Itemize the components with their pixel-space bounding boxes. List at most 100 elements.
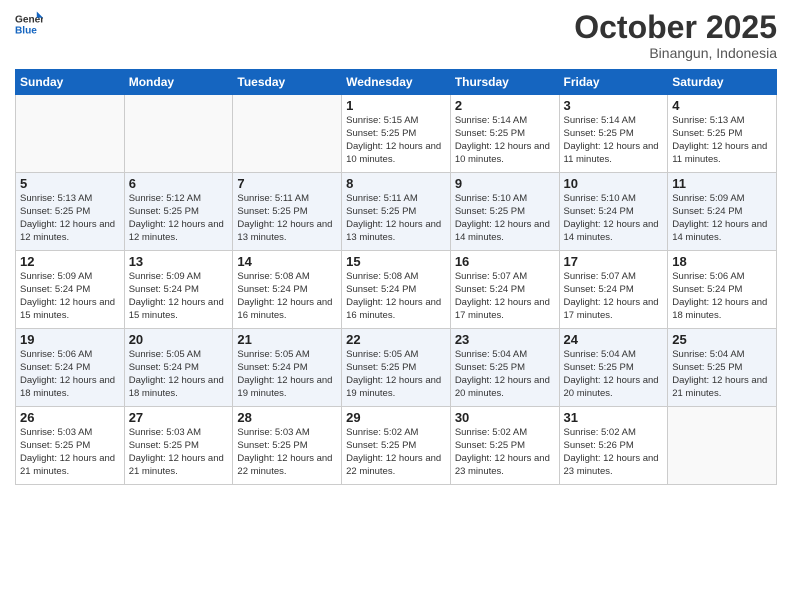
day-number: 18 (672, 254, 772, 269)
day-number: 4 (672, 98, 772, 113)
day-number: 22 (346, 332, 446, 347)
day-number: 29 (346, 410, 446, 425)
day-number: 8 (346, 176, 446, 191)
day-number: 11 (672, 176, 772, 191)
table-row: 12Sunrise: 5:09 AM Sunset: 5:24 PM Dayli… (16, 251, 125, 329)
table-row: 9 Sunrise: 5:10 AM Sunset: 5:25 PM Daylig… (450, 173, 559, 251)
table-row: 5Sunrise: 5:13 AM Sunset: 5:25 PM Daylig… (16, 173, 125, 251)
table-row: 8 Sunrise: 5:11 AM Sunset: 5:25 PM Daylig… (342, 173, 451, 251)
day-number: 16 (455, 254, 555, 269)
table-row: 22 Sunrise: 5:05 AM Sunset: 5:25 PM Dayli… (342, 329, 451, 407)
day-info: Sunrise: 5:10 AM Sunset: 5:24 PM Dayligh… (564, 193, 664, 244)
table-row: 24Sunrise: 5:04 AM Sunset: 5:25 PM Dayli… (559, 329, 668, 407)
logo: General Blue (15, 10, 43, 38)
table-row: 25 Sunrise: 5:04 AM Sunset: 5:25 PM Dayli… (668, 329, 777, 407)
day-number: 17 (564, 254, 664, 269)
day-info: Sunrise: 5:03 AM Sunset: 5:25 PM Dayligh… (129, 427, 229, 478)
day-info: Sunrise: 5:02 AM Sunset: 5:25 PM Dayligh… (346, 427, 446, 478)
table-row: 2 Sunrise: 5:14 AM Sunset: 5:25 PM Daylig… (450, 95, 559, 173)
day-number: 25 (672, 332, 772, 347)
day-info: Sunrise: 5:09 AM Sunset: 5:24 PM Dayligh… (129, 271, 229, 322)
table-row: 14 Sunrise: 5:08 AM Sunset: 5:24 PM Dayli… (233, 251, 342, 329)
table-row: 16 Sunrise: 5:07 AM Sunset: 5:24 PM Dayli… (450, 251, 559, 329)
table-row: 19 Sunrise: 5:06 AM Sunset: 5:24 PM Dayli… (16, 329, 125, 407)
day-info: Sunrise: 5:14 AM Sunset: 5:25 PM Dayligh… (455, 115, 555, 166)
svg-text:Blue: Blue (15, 25, 37, 36)
calendar-week-row: 12 Sunrise: 5:09 AM Sunset: 5:24 PM Dayli… (16, 251, 777, 329)
day-number: 30 (455, 410, 555, 425)
col-saturday: Saturday (668, 70, 777, 95)
page: General Blue October 2025 Binangun, Indo… (0, 0, 792, 612)
table-row: 18 Sunrise: 5:06 AM Sunset: 5:24 PM Dayli… (668, 251, 777, 329)
calendar-table: Sunday Monday Tuesday Wednesday Thursday… (15, 69, 777, 485)
table-row: 30 Sunrise: 5:02 AM Sunset: 5:25 PM Dayli… (450, 407, 559, 485)
day-number: 21 (237, 332, 337, 347)
day-info: Sunrise: 5:03 AM Sunset: 5:25 PM Dayligh… (237, 427, 337, 478)
day-info: Sunrise: 5:08 AM Sunset: 5:24 PM Dayligh… (237, 271, 337, 322)
day-number: 13 (129, 254, 229, 269)
day-number: 19 (20, 332, 120, 347)
day-info: Sunrise: 5:07 AM Sunset: 5:24 PM Dayligh… (564, 271, 664, 322)
day-info: Sunrise: 5:05 AM Sunset: 5:25 PM Dayligh… (346, 349, 446, 400)
day-info: Sunrise: 5:02 AM Sunset: 5:25 PM Dayligh… (455, 427, 555, 478)
generalblue-logo-icon: General Blue (15, 10, 43, 38)
location-subtitle: Binangun, Indonesia (574, 45, 777, 61)
day-number: 27 (129, 410, 229, 425)
day-info: Sunrise: 5:10 AM Sunset: 5:25 PM Dayligh… (455, 193, 555, 244)
calendar-header-row: Sunday Monday Tuesday Wednesday Thursday… (16, 70, 777, 95)
table-row (233, 95, 342, 173)
table-row: 20 Sunrise: 5:05 AM Sunset: 5:24 PM Dayli… (124, 329, 233, 407)
day-number: 5 (20, 176, 120, 191)
table-row: 17 Sunrise: 5:07 AM Sunset: 5:24 PM Dayli… (559, 251, 668, 329)
calendar-week-row: 26 Sunrise: 5:03 AM Sunset: 5:25 PM Dayli… (16, 407, 777, 485)
day-info: Sunrise: 5:13 AM Sunset: 5:25 PM Dayligh… (672, 115, 772, 166)
day-info: Sunrise: 5:02 AM Sunset: 5:26 PM Dayligh… (564, 427, 664, 478)
table-row: 6 Sunrise: 5:12 AM Sunset: 5:25 PM Daylig… (124, 173, 233, 251)
day-number: 6 (129, 176, 229, 191)
col-friday: Friday (559, 70, 668, 95)
day-number: 24 (564, 332, 664, 347)
table-row: 4 Sunrise: 5:13 AM Sunset: 5:25 PM Daylig… (668, 95, 777, 173)
col-sunday: Sunday (16, 70, 125, 95)
day-info: Sunrise: 5:08 AM Sunset: 5:24 PM Dayligh… (346, 271, 446, 322)
header: General Blue October 2025 Binangun, Indo… (15, 10, 777, 61)
day-info: Sunrise: 5:06 AM Sunset: 5:24 PM Dayligh… (672, 271, 772, 322)
day-info: Sunrise: 5:03 AM Sunset: 5:25 PM Dayligh… (20, 427, 120, 478)
day-info: Sunrise: 5:15 AM Sunset: 5:25 PM Dayligh… (346, 115, 446, 166)
table-row: 7Sunrise: 5:11 AM Sunset: 5:25 PM Daylig… (233, 173, 342, 251)
day-number: 3 (564, 98, 664, 113)
table-row: 26 Sunrise: 5:03 AM Sunset: 5:25 PM Dayli… (16, 407, 125, 485)
table-row: 3Sunrise: 5:14 AM Sunset: 5:25 PM Daylig… (559, 95, 668, 173)
table-row: 27 Sunrise: 5:03 AM Sunset: 5:25 PM Dayli… (124, 407, 233, 485)
day-info: Sunrise: 5:07 AM Sunset: 5:24 PM Dayligh… (455, 271, 555, 322)
day-info: Sunrise: 5:06 AM Sunset: 5:24 PM Dayligh… (20, 349, 120, 400)
col-wednesday: Wednesday (342, 70, 451, 95)
day-number: 12 (20, 254, 120, 269)
day-number: 7 (237, 176, 337, 191)
day-info: Sunrise: 5:05 AM Sunset: 5:24 PM Dayligh… (237, 349, 337, 400)
day-info: Sunrise: 5:12 AM Sunset: 5:25 PM Dayligh… (129, 193, 229, 244)
day-number: 14 (237, 254, 337, 269)
day-number: 2 (455, 98, 555, 113)
col-thursday: Thursday (450, 70, 559, 95)
day-number: 20 (129, 332, 229, 347)
day-number: 23 (455, 332, 555, 347)
day-info: Sunrise: 5:11 AM Sunset: 5:25 PM Dayligh… (346, 193, 446, 244)
col-tuesday: Tuesday (233, 70, 342, 95)
title-block: October 2025 Binangun, Indonesia (574, 10, 777, 61)
day-info: Sunrise: 5:05 AM Sunset: 5:24 PM Dayligh… (129, 349, 229, 400)
table-row (124, 95, 233, 173)
day-number: 28 (237, 410, 337, 425)
day-info: Sunrise: 5:04 AM Sunset: 5:25 PM Dayligh… (672, 349, 772, 400)
day-number: 31 (564, 410, 664, 425)
day-number: 9 (455, 176, 555, 191)
calendar-week-row: 5Sunrise: 5:13 AM Sunset: 5:25 PM Daylig… (16, 173, 777, 251)
table-row: 10Sunrise: 5:10 AM Sunset: 5:24 PM Dayli… (559, 173, 668, 251)
col-monday: Monday (124, 70, 233, 95)
table-row: 28 Sunrise: 5:03 AM Sunset: 5:25 PM Dayli… (233, 407, 342, 485)
calendar-week-row: 1Sunrise: 5:15 AM Sunset: 5:25 PM Daylig… (16, 95, 777, 173)
day-number: 26 (20, 410, 120, 425)
table-row: 31 Sunrise: 5:02 AM Sunset: 5:26 PM Dayli… (559, 407, 668, 485)
table-row: 11Sunrise: 5:09 AM Sunset: 5:24 PM Dayli… (668, 173, 777, 251)
table-row: 21 Sunrise: 5:05 AM Sunset: 5:24 PM Dayli… (233, 329, 342, 407)
